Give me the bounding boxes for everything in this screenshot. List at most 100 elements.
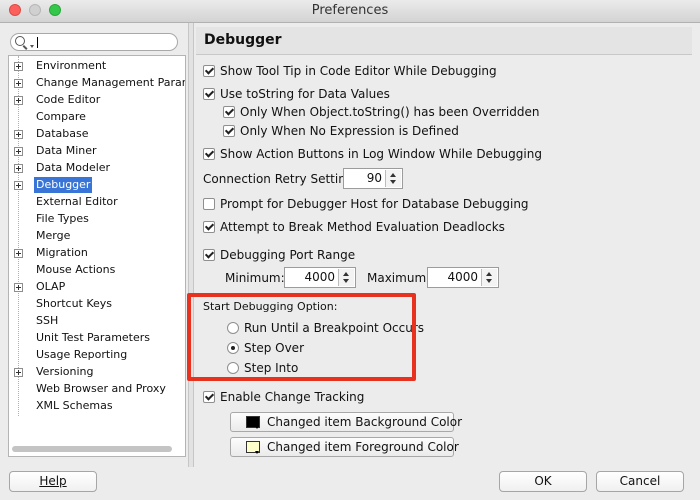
- connection-retry-label: Connection Retry Setting:: [203, 172, 358, 186]
- tree-item-label: Shortcut Keys: [36, 297, 113, 310]
- spinner-buttons[interactable]: [481, 269, 497, 286]
- port-minimum-value[interactable]: 4000: [304, 270, 335, 284]
- show-tooltip-option[interactable]: Show Tool Tip in Code Editor While Debug…: [203, 63, 497, 79]
- tree-item-label: Data Miner: [36, 144, 97, 157]
- only-overridden-option[interactable]: Only When Object.toString() has been Ove…: [223, 104, 539, 120]
- expand-icon[interactable]: [14, 283, 23, 292]
- attempt-break-checkbox[interactable]: [203, 220, 215, 233]
- use-tostring-option[interactable]: Use toString for Data Values: [203, 86, 390, 102]
- change-tracking-checkbox[interactable]: [203, 390, 215, 403]
- port-minimum-spinner[interactable]: 4000: [284, 267, 356, 288]
- title-bar: Preferences: [0, 0, 700, 23]
- tree-item-label: Environment: [36, 59, 107, 72]
- tree-item-label: Mouse Actions: [36, 263, 116, 276]
- tree-item-label: Merge: [36, 229, 71, 242]
- split-divider[interactable]: [188, 23, 194, 467]
- prompt-host-checkbox[interactable]: [203, 197, 215, 210]
- search-icon[interactable]: [15, 36, 25, 46]
- use-tostring-checkbox[interactable]: [203, 87, 215, 100]
- expand-icon[interactable]: [14, 79, 23, 88]
- tree-item-label: External Editor: [36, 195, 118, 208]
- button-label: Changed item Foreground Color: [267, 440, 459, 454]
- chevron-down-icon: [255, 451, 259, 454]
- text-caret: [37, 37, 38, 48]
- show-action-buttons-option[interactable]: Show Action Buttons in Log Window While …: [203, 146, 542, 162]
- chevron-down-icon: [255, 426, 259, 429]
- option-label: Show Tool Tip in Code Editor While Debug…: [220, 64, 497, 78]
- foreground-color-button[interactable]: Changed item Foreground Color: [230, 437, 459, 457]
- spinner-down-icon[interactable]: [486, 279, 492, 283]
- connection-retry-spinner[interactable]: 90: [343, 168, 403, 189]
- tree-item-label: Code Editor: [36, 93, 101, 106]
- port-maximum-value[interactable]: 4000: [447, 270, 478, 284]
- tree-item-label: File Types: [36, 212, 89, 225]
- help-button[interactable]: Help: [9, 471, 97, 492]
- expand-icon[interactable]: [14, 147, 23, 156]
- window-title: Preferences: [311, 3, 389, 18]
- option-label: Only When Object.toString() has been Ove…: [240, 105, 540, 119]
- port-maximum-label: Maximum:: [367, 271, 431, 285]
- search-input[interactable]: [35, 35, 173, 49]
- preferences-tree[interactable]: Environment Change Management Param Code…: [8, 55, 186, 457]
- tree-item-label: XML Schemas: [36, 399, 113, 412]
- spinner-buttons[interactable]: [385, 170, 401, 187]
- port-range-option[interactable]: Debugging Port Range: [203, 247, 355, 263]
- tree-item-label: Versioning: [36, 365, 94, 378]
- expand-icon[interactable]: [14, 249, 23, 258]
- expand-icon[interactable]: [14, 181, 23, 190]
- only-no-expression-option[interactable]: Only When No Expression is Defined: [223, 123, 459, 139]
- annotation-highlight-box: [187, 293, 416, 381]
- option-label: Debugging Port Range: [220, 248, 356, 262]
- port-minimum-label: Minimum:: [225, 271, 285, 285]
- tree-horizontal-scrollbar[interactable]: [10, 445, 184, 455]
- expand-icon[interactable]: [14, 130, 23, 139]
- scrollbar-thumb[interactable]: [12, 446, 172, 452]
- option-label: Use toString for Data Values: [220, 87, 390, 101]
- port-maximum-spinner[interactable]: 4000: [427, 267, 499, 288]
- only-overridden-checkbox[interactable]: [223, 105, 235, 118]
- option-label: Only When No Expression is Defined: [240, 124, 459, 138]
- spinner-down-icon[interactable]: [343, 279, 349, 283]
- button-label: Cancel: [619, 474, 661, 488]
- tree-guide-line: [18, 56, 20, 416]
- expand-icon[interactable]: [14, 96, 23, 105]
- change-tracking-option[interactable]: Enable Change Tracking: [203, 389, 364, 405]
- option-label: Enable Change Tracking: [220, 390, 365, 404]
- tree-item-label: Change Management Param: [36, 76, 186, 89]
- chevron-down-icon[interactable]: [30, 45, 34, 48]
- tree-item-label: Migration: [36, 246, 88, 259]
- show-tooltip-checkbox[interactable]: [203, 64, 215, 77]
- only-no-expression-checkbox[interactable]: [223, 124, 235, 137]
- option-label: Prompt for Debugger Host for Database De…: [220, 197, 529, 211]
- option-label: Attempt to Break Method Evaluation Deadl…: [220, 220, 505, 234]
- debugger-settings: Show Tool Tip in Code Editor While Debug…: [196, 55, 696, 465]
- prompt-host-option[interactable]: Prompt for Debugger Host for Database De…: [203, 196, 529, 212]
- expand-icon[interactable]: [14, 62, 23, 71]
- spinner-down-icon[interactable]: [390, 180, 396, 184]
- search-box[interactable]: [10, 33, 178, 51]
- spinner-up-icon[interactable]: [486, 272, 492, 276]
- button-label: Changed item Background Color: [267, 415, 463, 429]
- tree-item-label: Compare: [36, 110, 86, 123]
- page-title: Debugger: [204, 32, 282, 48]
- port-range-checkbox[interactable]: [203, 248, 215, 261]
- ok-button[interactable]: OK: [499, 471, 587, 492]
- expand-icon[interactable]: [14, 368, 23, 377]
- attempt-break-option[interactable]: Attempt to Break Method Evaluation Deadl…: [203, 219, 505, 235]
- tree-item-label: Database: [36, 127, 89, 140]
- button-label: Help: [39, 474, 67, 488]
- spinner-buttons[interactable]: [338, 269, 354, 286]
- spinner-up-icon[interactable]: [343, 272, 349, 276]
- spinner-up-icon[interactable]: [390, 173, 396, 177]
- tree-item-label: Unit Test Parameters: [36, 331, 151, 344]
- tree-item-label: Data Modeler: [36, 161, 111, 174]
- panel-header: Debugger: [196, 27, 692, 55]
- show-action-buttons-checkbox[interactable]: [203, 147, 215, 160]
- tree-item-label: SSH: [36, 314, 59, 327]
- background-color-button[interactable]: Changed item Background Color: [230, 412, 462, 432]
- connection-retry-value[interactable]: 90: [367, 171, 382, 185]
- cancel-button[interactable]: Cancel: [596, 471, 684, 492]
- tree-item-label: Web Browser and Proxy: [36, 382, 166, 395]
- tree-item-label: OLAP: [36, 280, 66, 293]
- expand-icon[interactable]: [14, 164, 23, 173]
